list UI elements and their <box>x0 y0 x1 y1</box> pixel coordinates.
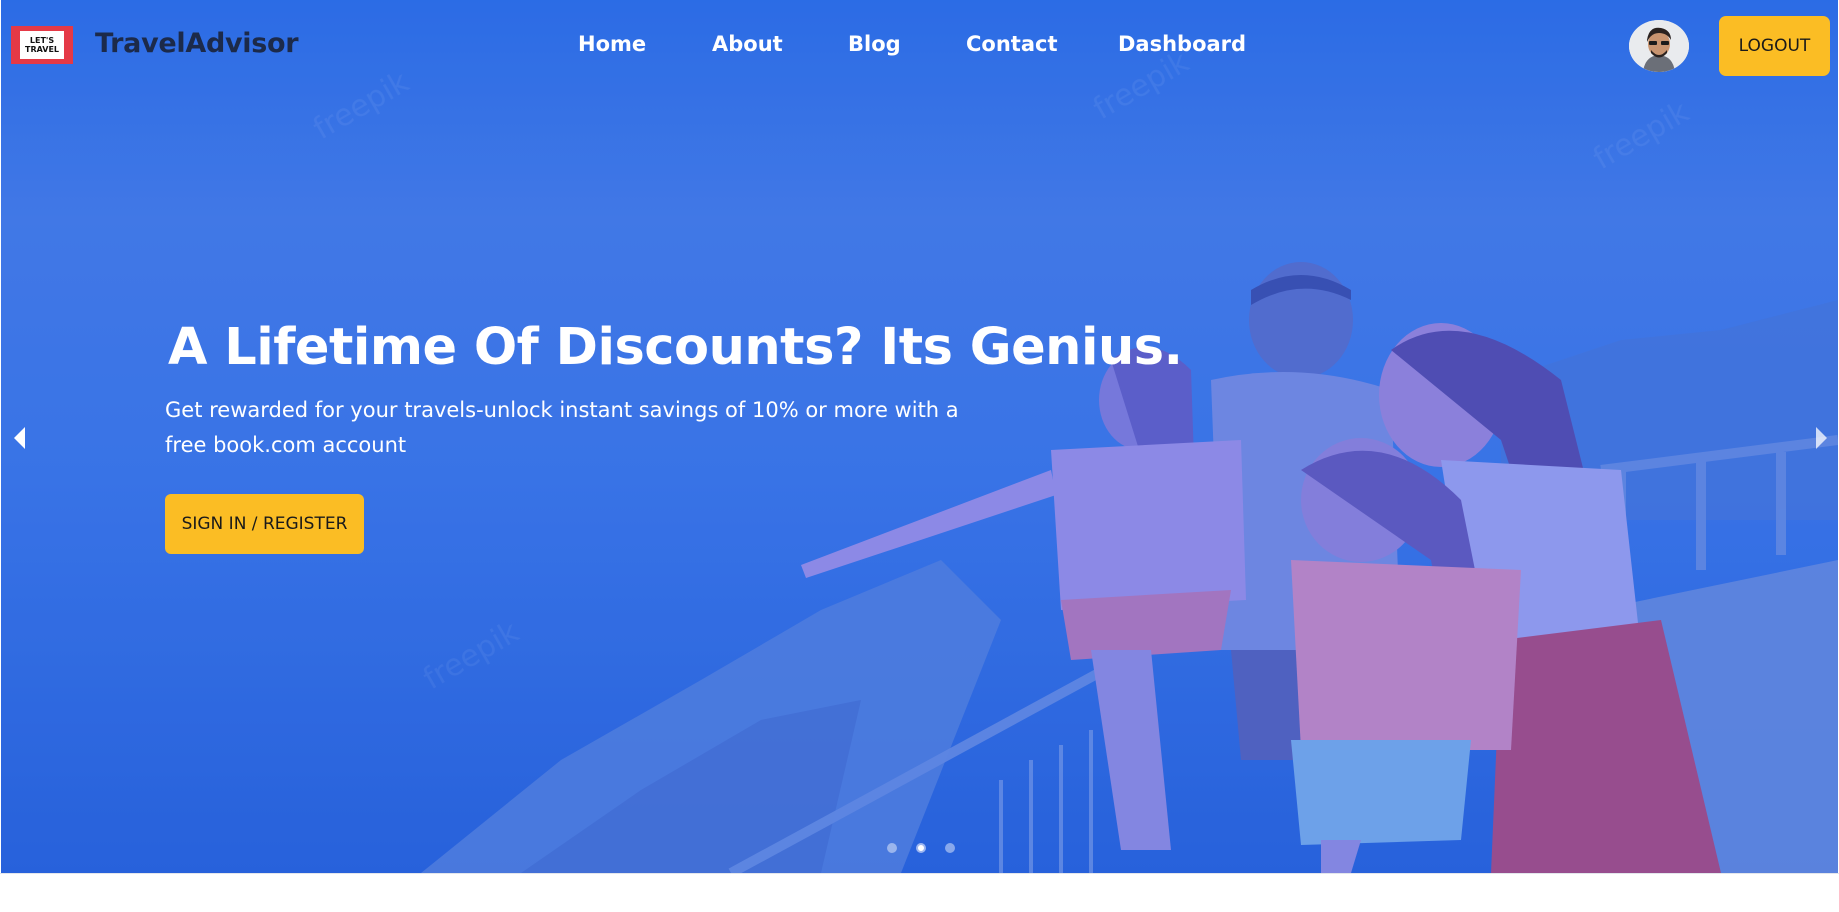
nav-link-home[interactable]: Home <box>578 32 646 56</box>
nav-link-about[interactable]: About <box>712 32 783 56</box>
carousel-dot-3[interactable] <box>945 843 955 853</box>
carousel-dot-1[interactable] <box>887 843 897 853</box>
top-navbar: LET'S TRAVEL TravelAdvisor Home About Bl… <box>0 0 1839 92</box>
page-content-start <box>0 873 1839 912</box>
logo-line1: LET'S <box>29 36 55 45</box>
brand-name[interactable]: TravelAdvisor <box>95 28 299 59</box>
nav-link-blog[interactable]: Blog <box>848 32 901 56</box>
logo-line2: TRAVEL <box>24 45 60 54</box>
sign-in-register-button[interactable]: SIGN IN / REGISTER <box>165 494 364 554</box>
nav-link-contact[interactable]: Contact <box>966 32 1058 56</box>
user-avatar-icon <box>1629 20 1689 72</box>
nav-link-dashboard[interactable]: Dashboard <box>1118 32 1246 56</box>
user-avatar[interactable] <box>1629 20 1689 72</box>
carousel-next-icon[interactable] <box>1816 427 1827 449</box>
logo[interactable]: LET'S TRAVEL <box>11 26 73 64</box>
logo-badge: LET'S TRAVEL <box>20 31 64 59</box>
carousel-dot-2[interactable] <box>916 843 926 853</box>
carousel-prev-icon[interactable] <box>14 427 25 449</box>
hero-title: A Lifetime Of Discounts? Its Genius. <box>168 318 1183 377</box>
hero-subtitle: Get rewarded for your travels-unlock ins… <box>165 398 959 457</box>
logout-button[interactable]: LOGOUT <box>1719 16 1830 76</box>
